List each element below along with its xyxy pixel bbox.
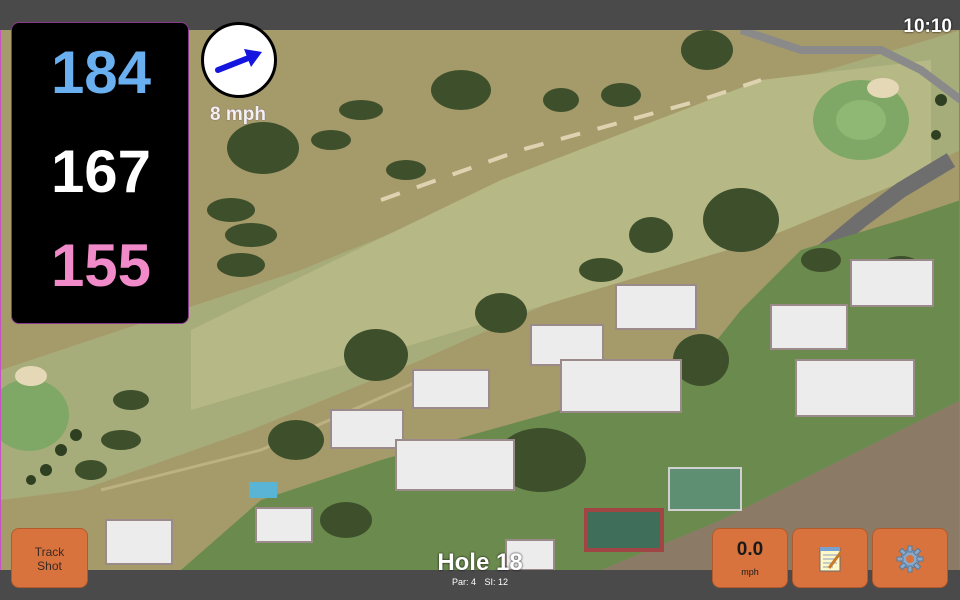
hole-info: Par: 4 SI: 12 xyxy=(380,577,580,587)
speed-value: 0.0 xyxy=(736,539,764,560)
notes-button[interactable] xyxy=(792,528,868,588)
track-shot-label-line2: Shot xyxy=(37,559,62,573)
wind-speed: 8 mph xyxy=(210,104,266,125)
wind-dial xyxy=(201,22,277,98)
speed-button[interactable]: 0.0 mph xyxy=(712,528,788,588)
hole-stroke-index: SI: 12 xyxy=(484,577,509,587)
notepad-icon xyxy=(819,547,843,572)
back-distance: 184 xyxy=(50,39,152,106)
gear-icon xyxy=(896,545,924,573)
track-shot-button[interactable]: Track Shot xyxy=(11,528,88,588)
wind-arrow-icon xyxy=(215,49,262,73)
front-distance: 155 xyxy=(50,232,152,299)
distance-panel: 184 167 155 xyxy=(11,22,189,324)
speed-unit: mph xyxy=(741,567,759,577)
middle-distance: 167 xyxy=(50,138,152,205)
settings-button[interactable] xyxy=(872,528,948,588)
track-shot-label-line1: Track xyxy=(34,545,65,559)
clock: 10:10 xyxy=(903,16,952,37)
hole-par: Par: 4 xyxy=(451,577,476,587)
hole-title: Hole 18 xyxy=(437,549,523,576)
